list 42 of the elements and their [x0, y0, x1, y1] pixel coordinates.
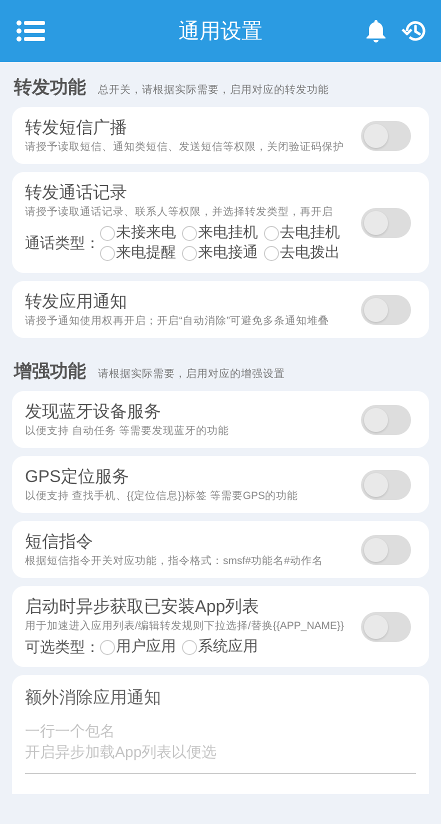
radio-option[interactable]: 去电挂机: [264, 223, 340, 243]
radio-option[interactable]: 来电提醒: [100, 243, 176, 263]
radio-option[interactable]: 去电拨出: [264, 243, 340, 263]
setting-description: 请授予读取通话记录、联系人等权限，并选择转发类型，再开启: [25, 205, 333, 219]
placeholder-text: 一行一个包名: [25, 722, 115, 742]
setting-description: 以便支持 自动任务 等需要发现蓝牙的功能: [25, 424, 229, 438]
setting-title: 启动时异步获取已安装App列表: [25, 596, 260, 618]
section-title: 转发功能: [14, 76, 86, 98]
toggle-switch[interactable]: [361, 612, 411, 642]
toggle-switch[interactable]: [361, 120, 411, 150]
toggle-switch[interactable]: [361, 404, 411, 434]
section-title: 增强功能: [14, 360, 86, 382]
card-title: 额外消除应用通知: [25, 687, 162, 709]
section-subtitle: 总开关，请根据实际需要，启用对应的转发功能: [98, 83, 329, 98]
toggle-switch[interactable]: [361, 208, 411, 238]
radio-option[interactable]: 未接来电: [100, 223, 176, 243]
setting-title: 转发短信广播: [25, 117, 128, 139]
section-subtitle: 请根据实际需要，启用对应的增强设置: [98, 367, 285, 382]
placeholder-text: 开启异步加载App列表以便选: [25, 743, 217, 763]
setting-title: 转发应用通知: [25, 291, 128, 313]
radio-option[interactable]: 系统应用: [182, 637, 258, 657]
option-label: 可选类型：: [25, 638, 100, 656]
setting-title: 转发通话记录: [25, 182, 128, 204]
radio-option[interactable]: 用户应用: [100, 637, 176, 657]
setting-description: 以便支持 查找手机、{{定位信息}}标签 等需要GPS的功能: [25, 489, 298, 503]
radio-option[interactable]: 来电挂机: [182, 223, 258, 243]
toggle-switch[interactable]: [361, 534, 411, 564]
setting-title: 短信指令: [25, 531, 94, 553]
setting-description: 请授予通知使用权再开启；开启“自动消除”可避免多条通知堆叠: [25, 314, 329, 328]
history-icon[interactable]: [401, 19, 427, 43]
toggle-switch[interactable]: [361, 294, 411, 324]
bell-icon[interactable]: [365, 19, 387, 43]
setting-title: 发现蓝牙设备服务: [25, 401, 162, 423]
setting-description: 请授予读取短信、通知类短信、发送短信等权限，关闭验证码保护: [25, 140, 344, 154]
setting-description: 用于加速进入应用列表/编辑转发规则下拉选择/替换{{APP_NAME}}: [25, 619, 344, 633]
option-label: 通话类型：: [25, 234, 100, 252]
page-title: 通用设置: [178, 19, 264, 45]
menu-icon[interactable]: [16, 20, 46, 42]
toggle-switch[interactable]: [361, 470, 411, 500]
setting-description: 根据短信指令开关对应功能，指令格式：smsf#功能名#动作名: [25, 554, 323, 568]
setting-title: GPS定位服务: [25, 466, 130, 488]
radio-option[interactable]: 来电接通: [182, 243, 258, 263]
